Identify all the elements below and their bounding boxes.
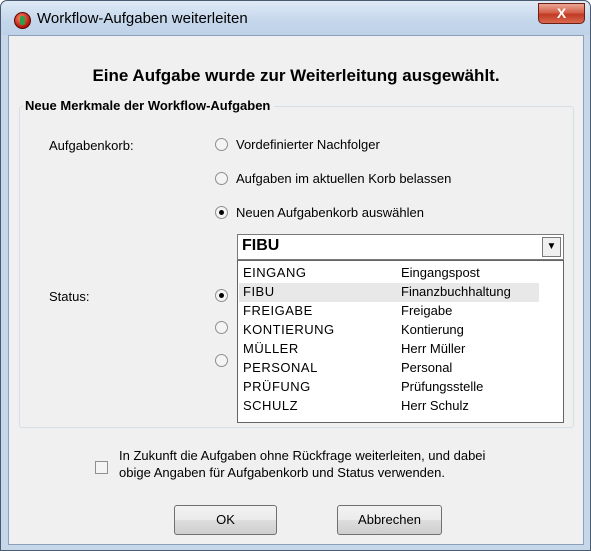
radio-status-1[interactable] bbox=[215, 289, 236, 302]
radio-label: Neuen Aufgabenkorb auswählen bbox=[236, 205, 424, 220]
list-item[interactable]: SCHULZ Herr Schulz bbox=[239, 397, 539, 416]
aufgabenkorb-dropdown-list: EINGANG Eingangspost FIBU Finanzbuchhalt… bbox=[237, 260, 564, 423]
aufgabenkorb-combobox[interactable]: FIBU ▼ bbox=[237, 234, 564, 260]
item-code: EINGANG bbox=[243, 265, 307, 280]
auto-forward-checkbox-label[interactable]: In Zukunft die Aufgaben ohne Rückfrage w… bbox=[119, 447, 485, 481]
radio-neuen-aufgabenkorb-auswaehlen[interactable]: Neuen Aufgabenkorb auswählen bbox=[215, 205, 424, 220]
radio-icon bbox=[215, 172, 228, 185]
list-item-highlighted[interactable]: FIBU Finanzbuchhaltung bbox=[239, 283, 539, 302]
item-code: FREIGABE bbox=[243, 303, 313, 318]
group-legend: Neue Merkmale der Workflow-Aufgaben bbox=[23, 98, 275, 113]
auto-forward-checkbox[interactable] bbox=[95, 461, 108, 474]
window-title: Workflow-Aufgaben weiterleiten bbox=[37, 10, 248, 27]
item-code: PRÜFUNG bbox=[243, 379, 311, 394]
cancel-button[interactable]: Abbrechen bbox=[337, 505, 442, 535]
app-icon bbox=[14, 12, 31, 29]
radio-checked-icon bbox=[215, 289, 228, 302]
item-code: KONTIERUNG bbox=[243, 322, 335, 337]
item-description: Freigabe bbox=[401, 303, 453, 318]
item-code: PERSONAL bbox=[243, 360, 318, 375]
combo-selected-value: FIBU bbox=[242, 237, 280, 254]
chevron-down-icon[interactable]: ▼ bbox=[542, 237, 561, 257]
item-description: Finanzbuchhaltung bbox=[401, 284, 511, 299]
radio-aktuellen-korb-belassen[interactable]: Aufgaben im aktuellen Korb belassen bbox=[215, 171, 451, 186]
item-description: Personal bbox=[401, 360, 453, 375]
dialog-window: Workflow-Aufgaben weiterleiten X Eine Au… bbox=[0, 0, 591, 551]
list-item[interactable]: PRÜFUNG Prüfungsstelle bbox=[239, 378, 539, 397]
close-button[interactable]: X bbox=[538, 3, 585, 24]
dialog-client-area: Eine Aufgabe wurde zur Weiterleitung aus… bbox=[8, 35, 584, 545]
checkbox-label-line-1: In Zukunft die Aufgaben ohne Rückfrage w… bbox=[119, 448, 486, 463]
radio-icon bbox=[215, 138, 228, 151]
aufgabenkorb-label: Aufgabenkorb: bbox=[49, 138, 134, 153]
radio-label: Vordefinierter Nachfolger bbox=[236, 137, 380, 152]
list-item[interactable]: KONTIERUNG Kontierung bbox=[239, 321, 539, 340]
radio-status-3[interactable] bbox=[215, 354, 236, 367]
radio-label: Aufgaben im aktuellen Korb belassen bbox=[236, 171, 452, 186]
item-code: SCHULZ bbox=[243, 398, 299, 413]
checkbox-label-line-2: obige Angaben für Aufgabenkorb und Statu… bbox=[119, 465, 445, 480]
item-code: MÜLLER bbox=[243, 341, 299, 356]
item-description: Prüfungsstelle bbox=[401, 379, 484, 394]
item-code: FIBU bbox=[243, 284, 275, 299]
radio-icon bbox=[215, 321, 228, 334]
radio-icon bbox=[215, 354, 228, 367]
item-description: Eingangspost bbox=[401, 265, 480, 280]
item-description: Herr Müller bbox=[401, 341, 466, 356]
list-item[interactable]: FREIGABE Freigabe bbox=[239, 302, 539, 321]
item-description: Herr Schulz bbox=[401, 398, 469, 413]
title-bar[interactable]: Workflow-Aufgaben weiterleiten X bbox=[1, 1, 590, 35]
list-item[interactable]: MÜLLER Herr Müller bbox=[239, 340, 539, 359]
list-item[interactable]: EINGANG Eingangspost bbox=[239, 264, 539, 283]
radio-status-2[interactable] bbox=[215, 321, 236, 334]
dialog-heading: Eine Aufgabe wurde zur Weiterleitung aus… bbox=[92, 66, 500, 85]
radio-vordefinierter-nachfolger[interactable]: Vordefinierter Nachfolger bbox=[215, 137, 380, 152]
radio-checked-icon bbox=[215, 206, 228, 219]
ok-button[interactable]: OK bbox=[174, 505, 277, 535]
list-item[interactable]: PERSONAL Personal bbox=[239, 359, 539, 378]
status-label: Status: bbox=[49, 289, 90, 304]
item-description: Kontierung bbox=[401, 322, 464, 337]
